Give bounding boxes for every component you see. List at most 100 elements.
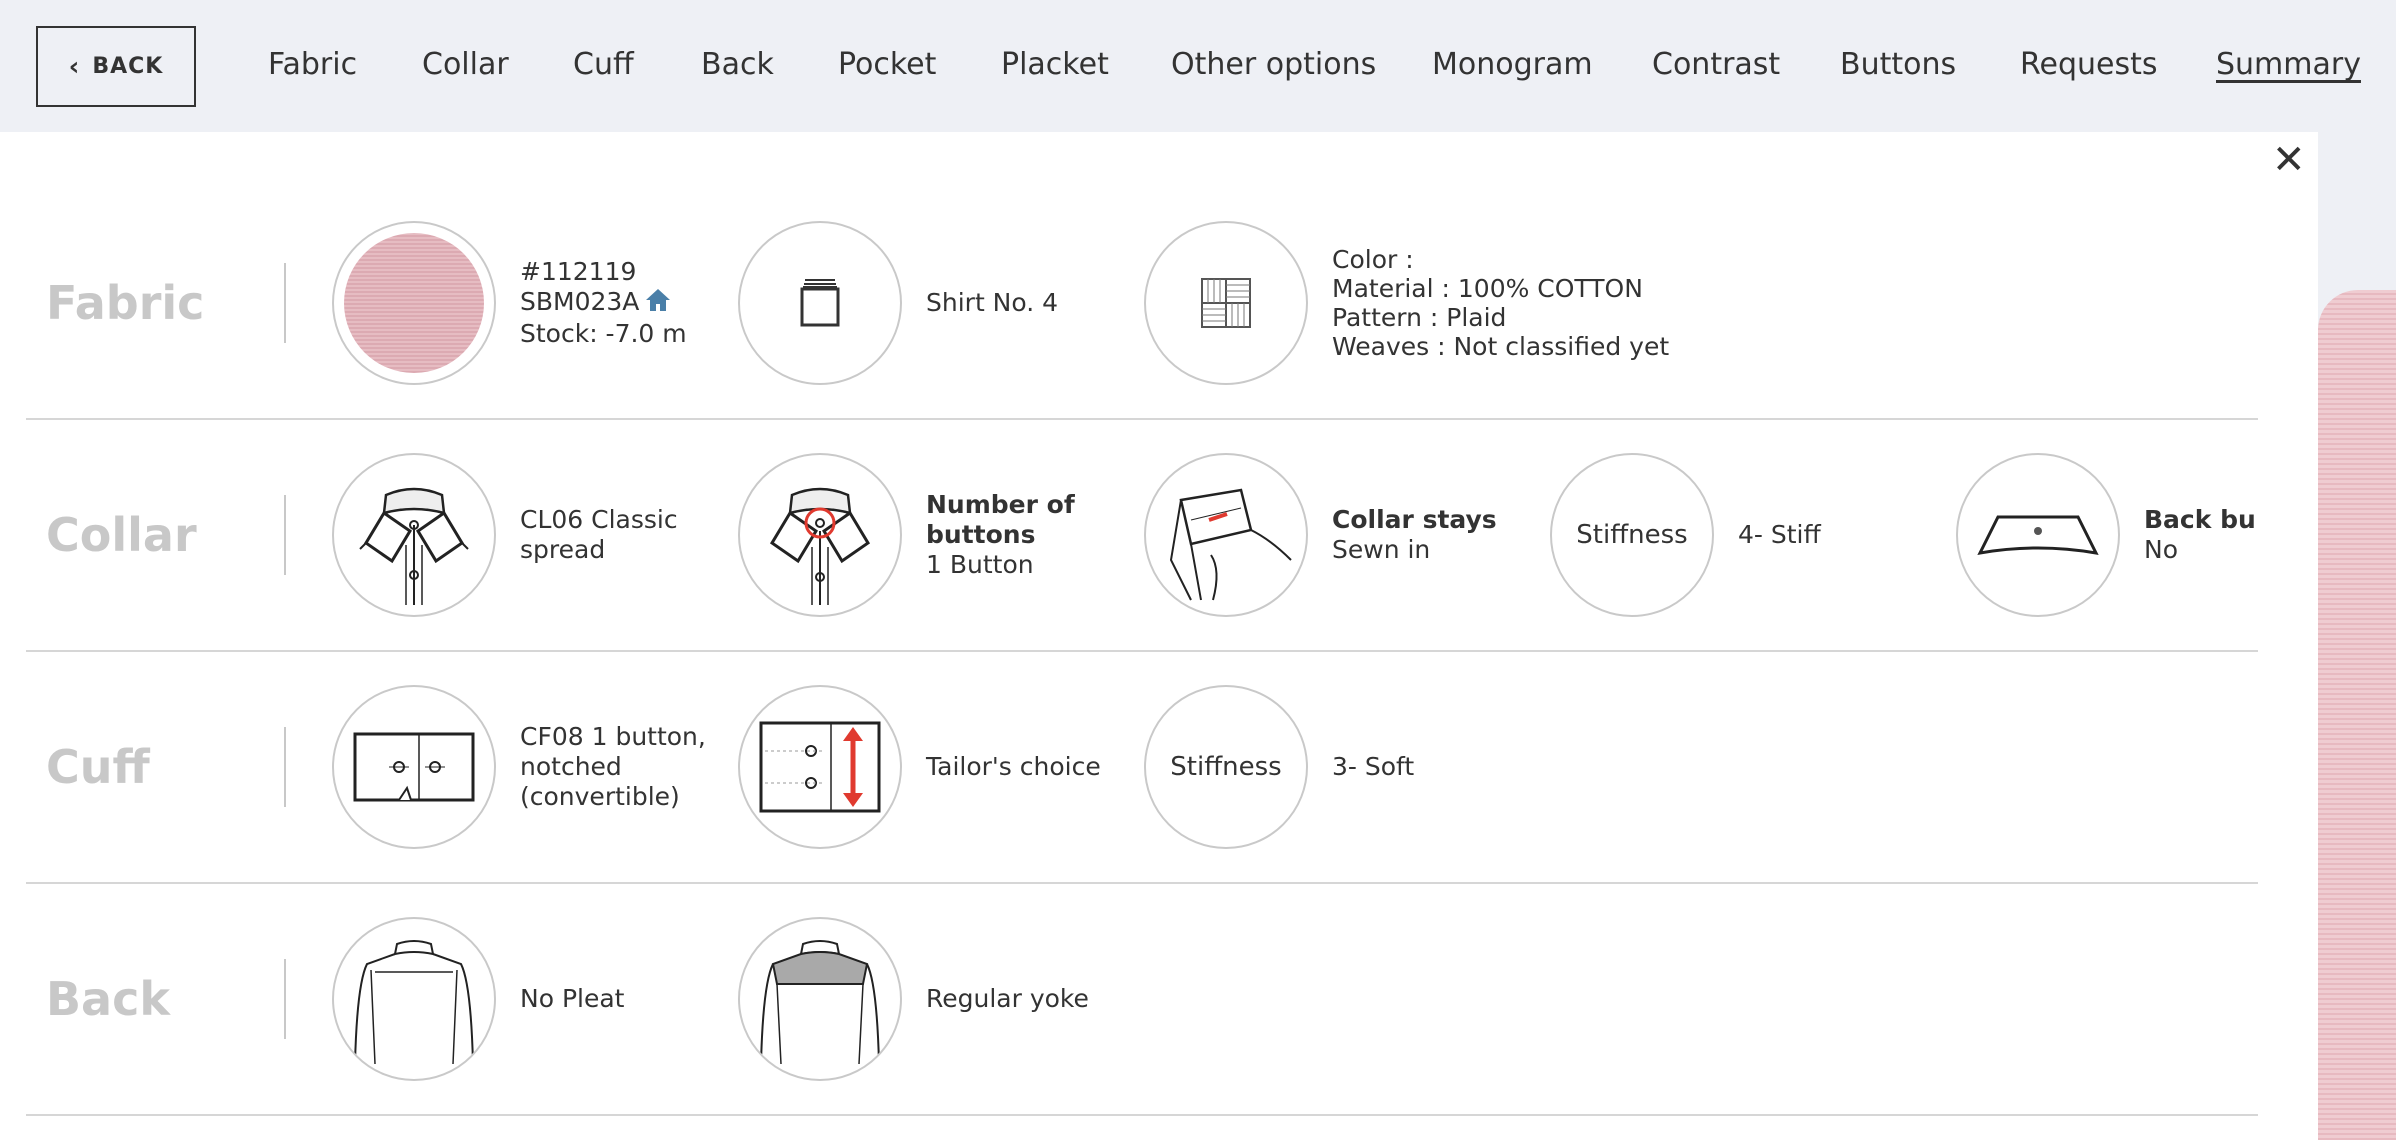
collar-stays-item[interactable]: Collar stays Sewn in [1144, 453, 1524, 617]
stack-icon [800, 279, 840, 327]
collar-stiffness-item[interactable]: Stiffness 4- Stiff [1550, 453, 1930, 617]
back-yoke-circle[interactable] [738, 917, 902, 1081]
summary-row-collar: Collar CL06 Classic spread Number of but… [26, 420, 2258, 652]
back-button[interactable]: ‹ BACK [36, 26, 196, 107]
cuff-length-value: Tailor's choice [926, 752, 1101, 781]
collar-back-button-circle[interactable] [1956, 453, 2120, 617]
back-yoke-value: Regular yoke [926, 984, 1089, 1013]
cuff-style-circle[interactable] [332, 685, 496, 849]
back-yoke-item[interactable]: Regular yoke [738, 917, 1118, 1081]
shirt-back-icon [354, 940, 474, 1065]
home-icon [645, 288, 671, 319]
row-title: Fabric [46, 276, 205, 330]
shirt-number-item[interactable]: Shirt No. 4 [738, 221, 1118, 385]
fabric-swatch-item[interactable]: #112119 SBM023A Stock: -7.0 m [332, 221, 712, 385]
summary-row-back: Back No Pleat Regular yoke [26, 884, 2258, 1116]
cuff-style-line1: CF08 1 button, [520, 722, 706, 751]
tab-monogram[interactable]: Monogram [1432, 47, 1593, 82]
back-pleat-item[interactable]: No Pleat [332, 917, 712, 1081]
collar-buttons-label1: Number of [926, 490, 1075, 519]
cuff-length-icon [759, 721, 881, 813]
tab-collar[interactable]: Collar [422, 47, 509, 82]
back-pleat-value: No Pleat [520, 984, 625, 1013]
collar-buttons-item[interactable]: Number of buttons 1 Button [738, 453, 1118, 617]
cuff-stiffness-item[interactable]: Stiffness 3- Soft [1144, 685, 1524, 849]
row-title: Cuff [46, 740, 150, 794]
spread-collar-icon [359, 487, 469, 605]
collar-buttons-label2: buttons [926, 520, 1036, 549]
fabric-swatch-text: #112119 SBM023A Stock: -7.0 m [520, 257, 687, 349]
back-pleat-circle[interactable] [332, 917, 496, 1081]
notched-cuff-icon [353, 732, 475, 802]
collar-style-line2: spread [520, 535, 606, 564]
fabric-sku-line: SBM023A [520, 287, 687, 319]
cuff-style-line2: notched [520, 752, 622, 781]
collar-stiffness-circle-label: Stiffness [1576, 520, 1688, 550]
collar-button-icon [769, 487, 871, 605]
row-divider [284, 959, 286, 1039]
collar-stays-text: Collar stays Sewn in [1332, 505, 1497, 565]
collar-stays-value: Sewn in [1332, 535, 1431, 564]
collar-back-icon [1977, 515, 2099, 555]
fabric-weaves: Weaves : Not classified yet [1332, 332, 1670, 361]
row-divider [284, 727, 286, 807]
tab-pocket[interactable]: Pocket [838, 47, 936, 82]
back-button-label: BACK [92, 54, 164, 79]
pattern-icon-circle[interactable] [1144, 221, 1308, 385]
fabric-details-item[interactable]: Color : Material : 100% COTTON Pattern :… [1144, 221, 1704, 385]
collar-stays-circle[interactable] [1144, 453, 1308, 617]
row-title: Back [46, 972, 170, 1026]
row-divider [284, 495, 286, 575]
tab-cuff[interactable]: Cuff [573, 47, 634, 82]
tab-placket[interactable]: Placket [1001, 47, 1109, 82]
tab-back[interactable]: Back [701, 47, 774, 82]
collar-back-button-text: Back butt No [2144, 505, 2254, 565]
cuff-stiffness-circle-label: Stiffness [1170, 752, 1282, 782]
fabric-code: #112119 [520, 257, 637, 286]
row-title: Collar [46, 508, 197, 562]
close-icon[interactable]: ✕ [2272, 140, 2306, 180]
tab-fabric[interactable]: Fabric [268, 47, 357, 82]
collar-stays-icon [1169, 488, 1292, 601]
plaid-pattern-icon [1201, 278, 1251, 328]
fabric-preview-peek [2318, 290, 2396, 1140]
summary-row-cuff: Cuff CF08 1 button, notched (convertible… [26, 652, 2258, 884]
tab-summary[interactable]: Summary [2216, 47, 2361, 82]
tab-buttons[interactable]: Buttons [1840, 47, 1956, 82]
collar-stiffness-value: 4- Stiff [1738, 520, 1821, 549]
shirt-icon-circle[interactable] [738, 221, 902, 385]
collar-buttons-circle[interactable] [738, 453, 902, 617]
cuff-length-circle[interactable] [738, 685, 902, 849]
collar-buttons-value: 1 Button [926, 550, 1034, 579]
collar-style-item[interactable]: CL06 Classic spread [332, 453, 712, 617]
fabric-details-text: Color : Material : 100% COTTON Pattern :… [1332, 245, 1669, 361]
tab-contrast[interactable]: Contrast [1652, 47, 1780, 82]
collar-stays-label: Collar stays [1332, 505, 1497, 534]
tab-requests[interactable]: Requests [2020, 47, 2158, 82]
cuff-style-text: CF08 1 button, notched (convertible) [520, 722, 706, 812]
collar-stiffness-circle[interactable]: Stiffness [1550, 453, 1714, 617]
collar-buttons-text: Number of buttons 1 Button [926, 490, 1075, 580]
cuff-stiffness-value: 3- Soft [1332, 752, 1415, 781]
fabric-swatch-circle[interactable] [332, 221, 496, 385]
top-navigation: ‹ BACK Fabric Collar Cuff Back Pocket Pl… [0, 0, 2396, 132]
collar-style-circle[interactable] [332, 453, 496, 617]
fabric-sku: SBM023A [520, 287, 640, 316]
shirt-number-label: Shirt No. 4 [926, 288, 1059, 317]
collar-style-text: CL06 Classic spread [520, 505, 678, 565]
cuff-stiffness-circle[interactable]: Stiffness [1144, 685, 1308, 849]
summary-row-fabric: Fabric #112119 SBM023A Stock: -7.0 m Shi… [26, 188, 2258, 420]
tab-other-options[interactable]: Other options [1171, 47, 1376, 82]
cuff-style-item[interactable]: CF08 1 button, notched (convertible) [332, 685, 712, 849]
row-divider [284, 263, 286, 343]
cuff-length-item[interactable]: Tailor's choice [738, 685, 1118, 849]
collar-back-button-item[interactable]: Back butt No [1956, 453, 2258, 617]
fabric-stock: Stock: -7.0 m [520, 319, 687, 348]
fabric-material: Material : 100% COTTON [1332, 274, 1643, 303]
cuff-style-line3: (convertible) [520, 782, 680, 811]
collar-style-line1: CL06 Classic [520, 505, 678, 534]
chevron-left-icon: ‹ [68, 51, 81, 82]
fabric-pattern: Pattern : Plaid [1332, 303, 1507, 332]
yoke-icon [760, 940, 880, 1065]
collar-back-button-value: No [2144, 535, 2178, 564]
